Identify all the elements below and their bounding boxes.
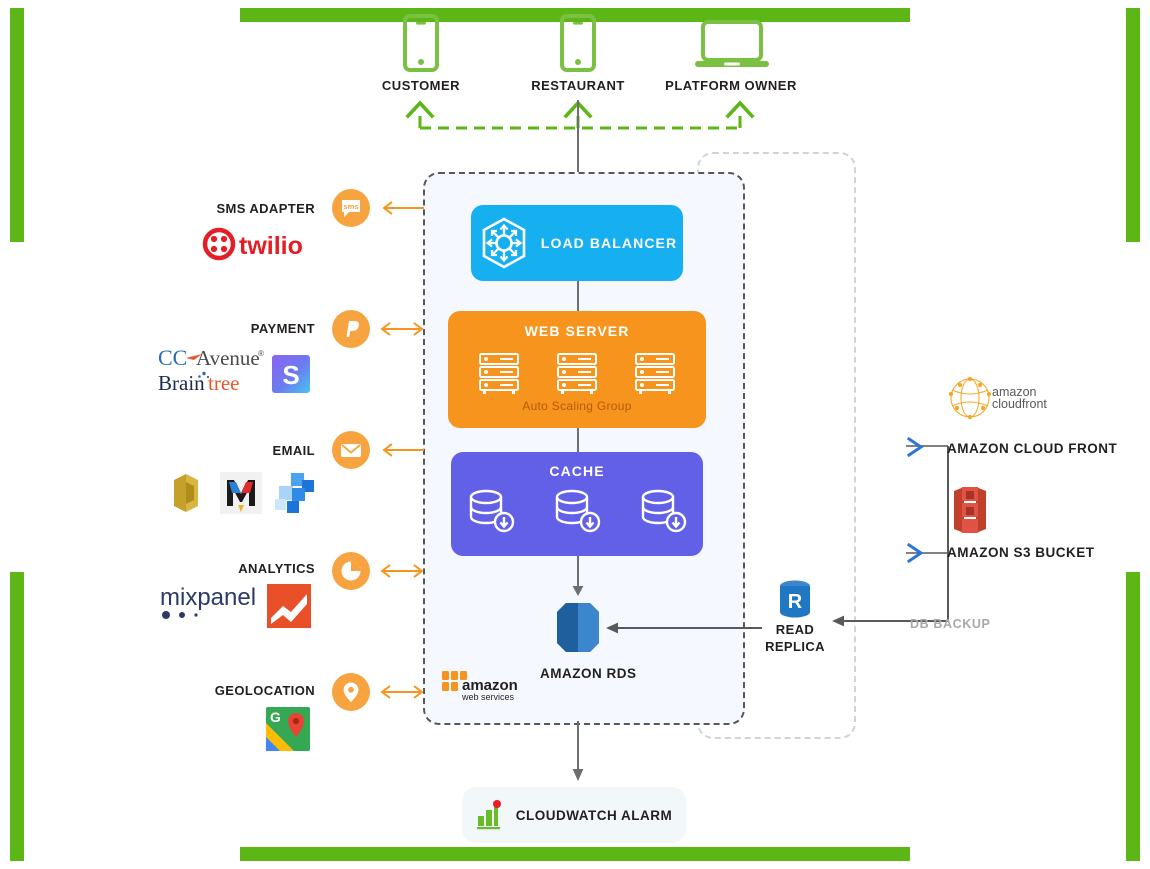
load-balancer-block[interactable]: LOAD BALANCER [471, 205, 683, 281]
vendor-logo-twilio: twilio [202, 227, 303, 261]
email-arrow-left-icon [382, 443, 424, 457]
client-label-platform-owner: PLATFORM OWNER [665, 78, 797, 93]
geolocation-arrow-both-icon [380, 685, 424, 699]
svg-text:tree: tree [208, 371, 239, 395]
read-replica-label-line2: REPLICA [765, 639, 825, 654]
vendor-logo-amazon-ses [174, 474, 198, 512]
svg-text:S: S [282, 360, 299, 390]
vendor-logo-braintree: Brain tree [158, 371, 239, 395]
svg-text:®: ® [258, 349, 264, 358]
map-pin-icon[interactable] [332, 673, 370, 711]
load-balancer-title: LOAD BALANCER [540, 235, 678, 251]
amazon-rds-icon[interactable] [554, 600, 602, 655]
envelope-icon[interactable] [332, 431, 370, 469]
svg-text:web services: web services [461, 692, 515, 702]
amazon-rds-label: AMAZON RDS [540, 666, 637, 681]
auto-scaling-group-label: Auto Scaling Group [522, 399, 632, 413]
aws-logo: amazon web services [442, 671, 518, 702]
svg-text:Brain: Brain [158, 371, 205, 395]
cache-block[interactable]: CACHE [451, 452, 703, 556]
svg-text:G: G [270, 709, 281, 725]
cloudwatch-alarm-block[interactable]: CLOUDWATCH ALARM [462, 787, 686, 843]
payment-arrow-both-icon [380, 322, 424, 336]
sms-arrow-left-icon [382, 201, 424, 215]
amazon-s3-icon [954, 487, 986, 533]
frame-gap-bottom-right [910, 843, 1126, 865]
database-download-icon [469, 489, 515, 533]
rds-read-replica-icon[interactable]: R [774, 578, 816, 622]
amazon-s3-label: AMAZON S3 BUCKET [947, 545, 1095, 560]
database-download-icon [555, 489, 601, 533]
server-rack-icon [557, 353, 597, 394]
cache-title: CACHE [549, 463, 605, 479]
rds-to-cloudwatch-connector [572, 721, 584, 781]
architecture-diagram: CUSTOMER RESTAURANT PLATFORM OWNER LOAD … [0, 0, 1150, 869]
svg-text:CC: CC [158, 345, 187, 370]
sms-chat-icon[interactable]: sms [332, 189, 370, 227]
mobile-phone-icon [403, 14, 439, 72]
svg-text:mixpanel: mixpanel [160, 584, 256, 611]
frame-gap-top-right [910, 4, 1126, 26]
vendor-logo-mandrill [220, 472, 262, 514]
load-balancer-icon [482, 217, 526, 269]
integration-label-geolocation: GEOLOCATION [214, 683, 315, 698]
web-server-title: WEB SERVER [524, 323, 630, 339]
server-rack-icon [479, 353, 519, 394]
laptop-icon [695, 20, 769, 67]
frame-gap-top-left [24, 4, 240, 26]
analytics-arrow-both-icon [380, 564, 424, 578]
svg-text:twilio: twilio [239, 232, 303, 260]
lb-to-webserver-connector [577, 281, 579, 313]
frame-gap-bottom-left [24, 843, 240, 865]
cloudfront-arrow-icon [906, 436, 924, 458]
svg-text:Avenue: Avenue [196, 346, 260, 370]
client-label-restaurant: RESTAURANT [531, 78, 625, 93]
vendor-logo-ccavenue: CC Avenue ® [158, 345, 264, 370]
server-rack-icon [635, 353, 675, 394]
svg-text:sms: sms [343, 202, 358, 211]
vendor-logo-mailchimp [275, 473, 314, 513]
paypal-icon[interactable] [332, 310, 370, 348]
integration-label-payment: PAYMENT [250, 321, 315, 336]
frame-border-left-upper [10, 8, 24, 242]
vendor-logo-mixpanel: mixpanel [160, 584, 256, 619]
vendor-logo-google-maps: G [266, 707, 310, 751]
cloudwatch-alarm-label: CLOUDWATCH ALARM [515, 807, 673, 823]
uplink-connector [577, 100, 579, 180]
frame-border-right-lower [1126, 572, 1140, 861]
db-backup-connector [832, 445, 949, 627]
integration-label-email: EMAIL [272, 443, 315, 458]
integration-label-sms-adapter: SMS ADAPTER [216, 201, 315, 216]
vendor-logo-stripe: S [272, 355, 310, 393]
web-server-block[interactable]: WEB SERVER Auto Scaling Group [448, 311, 706, 428]
amazon-cloudfront-label: AMAZON CLOUD FRONT [947, 441, 1118, 456]
mobile-phone-icon [560, 14, 596, 72]
pie-chart-icon[interactable] [332, 552, 370, 590]
webserver-to-cache-connector [577, 428, 579, 454]
frame-border-right-upper [1126, 8, 1140, 242]
svg-text:cloudfront: cloudfront [992, 397, 1047, 411]
database-download-icon [641, 489, 687, 533]
vendor-logo-google-analytics [267, 584, 311, 628]
cloudwatch-alarm-icon [476, 800, 501, 830]
frame-border-left-lower [10, 572, 24, 861]
replica-to-rds-connector [606, 622, 762, 634]
integration-label-analytics: ANALYTICS [238, 561, 315, 576]
amazon-cloudfront-icon: amazon cloudfront [948, 376, 1047, 420]
db-backup-label: DB BACKUP [910, 617, 991, 631]
client-label-customer: CUSTOMER [381, 78, 461, 93]
s3-arrow-icon [906, 542, 924, 564]
svg-text:R: R [788, 591, 803, 613]
cache-to-rds-connector [572, 556, 584, 596]
